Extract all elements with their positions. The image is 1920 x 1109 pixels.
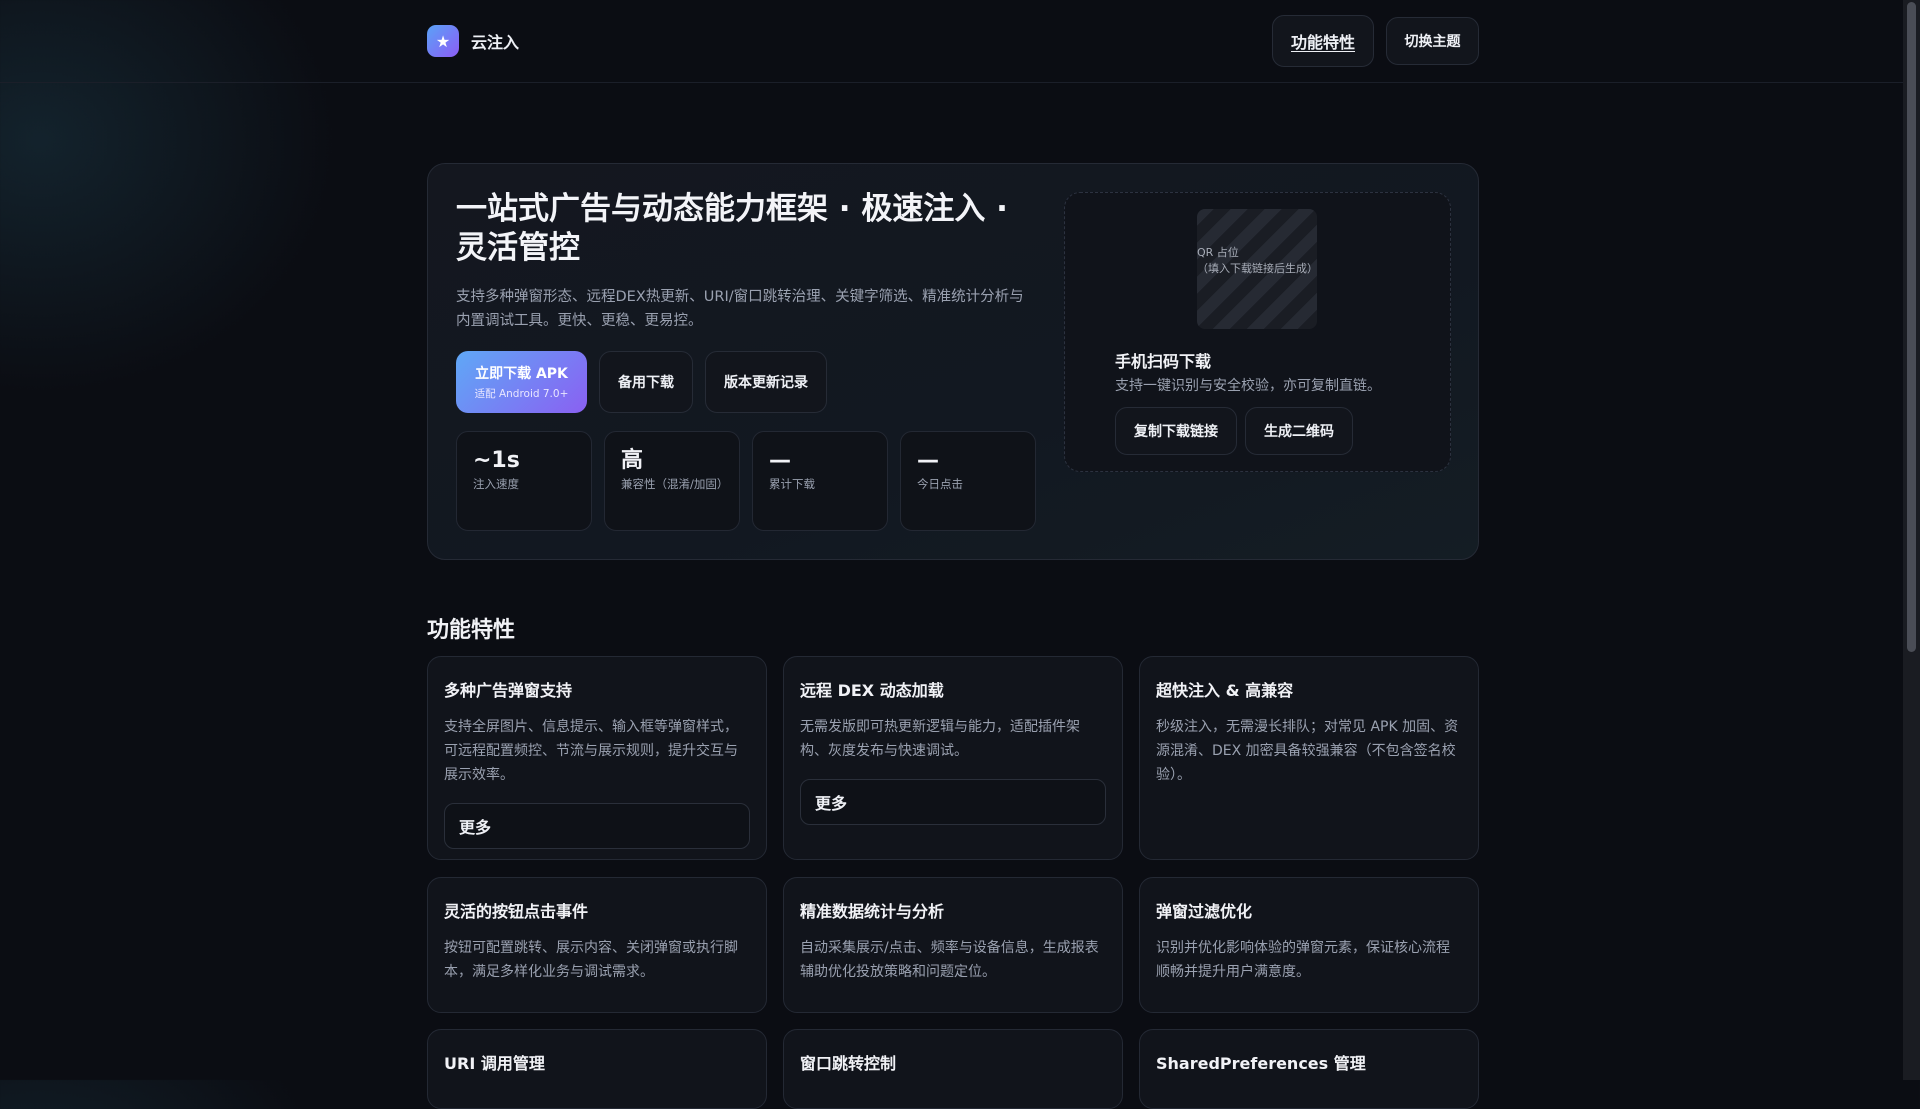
feature-description: 支持全屏图片、信息提示、输入框等弹窗样式，可远程配置频控、节流与展示规则，提升交…: [444, 719, 738, 783]
feature-card: 弹窗过滤优化 识别并优化影响体验的弹窗元素，保证核心流程顺畅并提升用户满意度。: [1139, 877, 1479, 1013]
nav-features-button[interactable]: 功能特性: [1272, 15, 1374, 67]
stat-value: 高: [621, 448, 644, 473]
stat-value: —: [769, 448, 791, 473]
stat-card: ~1s 注入速度: [456, 431, 592, 531]
stat-card: — 累计下载: [752, 431, 888, 531]
qr-code-placeholder: QR 占位 （填入下载链接后生成）: [1197, 209, 1318, 329]
changelog-button[interactable]: 版本更新记录: [705, 351, 827, 413]
feature-title: URI 调用管理: [444, 1054, 545, 1073]
hero-actions: 立即下载 APK 适配 Android 7.0+ 备用下载 版本更新记录: [456, 351, 827, 413]
qr-title: 手机扫码下载: [1115, 352, 1212, 371]
brand[interactable]: ★ 云注入: [427, 25, 519, 57]
qr-download-panel: QR 占位 （填入下载链接后生成） 手机扫码下载 支持一键识别与安全校验，亦可复…: [1064, 192, 1451, 472]
feature-card: SharedPreferences 管理: [1139, 1029, 1479, 1109]
download-apk-label: 立即下载 APK: [475, 366, 568, 382]
feature-title: 窗口跳转控制: [800, 1054, 897, 1073]
copy-link-button[interactable]: 复制下载链接: [1115, 407, 1237, 455]
feature-card: 窗口跳转控制: [783, 1029, 1123, 1109]
star-icon: ★: [427, 25, 459, 57]
qr-placeholder-line: QR 占位: [1197, 246, 1239, 259]
backup-download-button[interactable]: 备用下载: [599, 351, 693, 413]
page-scrollbar[interactable]: [1903, 0, 1920, 1080]
stat-card: — 今日点击: [900, 431, 1036, 531]
feature-card: 远程 DEX 动态加载 无需发版即可热更新逻辑与能力，适配插件架构、灰度发布与快…: [783, 656, 1123, 860]
download-apk-button[interactable]: 立即下载 APK 适配 Android 7.0+: [456, 351, 587, 413]
feature-more-button[interactable]: 更多: [444, 803, 750, 849]
feature-description: 秒级注入，无需漫长排队；对常见 APK 加固、资源混淆、DEX 加密具备较强兼容…: [1156, 719, 1459, 783]
brand-name: 云注入: [471, 33, 520, 52]
feature-card: 多种广告弹窗支持 支持全屏图片、信息提示、输入框等弹窗样式，可远程配置频控、节流…: [427, 656, 767, 860]
feature-title: 多种广告弹窗支持: [444, 681, 573, 700]
feature-description: 自动采集展示/点击、频率与设备信息，生成报表辅助优化投放策略和问题定位。: [800, 940, 1099, 980]
qr-actions: 复制下载链接 生成二维码: [1115, 407, 1353, 455]
feature-title: 弹窗过滤优化: [1156, 902, 1253, 921]
stat-label: 今日点击: [917, 477, 963, 491]
feature-card: 灵活的按钮点击事件 按钮可配置跳转、展示内容、关闭弹窗或执行脚本，满足多样化业务…: [427, 877, 767, 1013]
toggle-theme-button[interactable]: 切换主题: [1386, 17, 1479, 65]
feature-description: 识别并优化影响体验的弹窗元素，保证核心流程顺畅并提升用户满意度。: [1156, 940, 1450, 980]
feature-card: URI 调用管理: [427, 1029, 767, 1109]
feature-description: 按钮可配置跳转、展示内容、关闭弹窗或执行脚本，满足多样化业务与调试需求。: [444, 940, 738, 980]
generate-qr-button[interactable]: 生成二维码: [1245, 407, 1353, 455]
feature-card: 精准数据统计与分析 自动采集展示/点击、频率与设备信息，生成报表辅助优化投放策略…: [783, 877, 1123, 1013]
hero-title: 一站式广告与动态能力框架 · 极速注入 · 灵活管控: [456, 191, 1008, 266]
scrollbar-thumb[interactable]: [1907, 2, 1916, 652]
stat-value: —: [917, 448, 939, 473]
hero-description: 支持多种弹窗形态、远程DEX热更新、URI/窗口跳转治理、关键字筛选、精准统计分…: [456, 289, 1024, 329]
feature-title: 超快注入 & 高兼容: [1156, 681, 1294, 700]
stats-row: ~1s 注入速度 高 兼容性（混淆/加固） — 累计下载 — 今日点击: [456, 431, 1036, 531]
stat-label: 累计下载: [769, 477, 815, 491]
features-section-title: 功能特性: [427, 618, 516, 643]
stat-card: 高 兼容性（混淆/加固）: [604, 431, 740, 531]
stat-value: ~1s: [473, 448, 520, 473]
stat-label: 注入速度: [473, 477, 519, 491]
feature-title: 远程 DEX 动态加载: [800, 681, 944, 700]
feature-card: 超快注入 & 高兼容 秒级注入，无需漫长排队；对常见 APK 加固、资源混淆、D…: [1139, 656, 1479, 860]
qr-description: 支持一键识别与安全校验，亦可复制直链。: [1115, 378, 1381, 394]
feature-title: SharedPreferences 管理: [1156, 1054, 1366, 1073]
stat-label: 兼容性（混淆/加固）: [621, 477, 729, 491]
download-apk-sublabel: 适配 Android 7.0+: [474, 388, 569, 400]
hero-card: 一站式广告与动态能力框架 · 极速注入 · 灵活管控 支持多种弹窗形态、远程DE…: [427, 163, 1479, 560]
feature-title: 精准数据统计与分析: [800, 902, 945, 921]
feature-more-button[interactable]: 更多: [800, 779, 1106, 825]
feature-description: 无需发版即可热更新逻辑与能力，适配插件架构、灰度发布与快速调试。: [800, 719, 1080, 759]
top-bar: ★ 云注入 功能特性 切换主题: [0, 0, 1903, 83]
qr-placeholder-line: （填入下载链接后生成）: [1197, 262, 1318, 275]
feature-title: 灵活的按钮点击事件: [444, 902, 589, 921]
